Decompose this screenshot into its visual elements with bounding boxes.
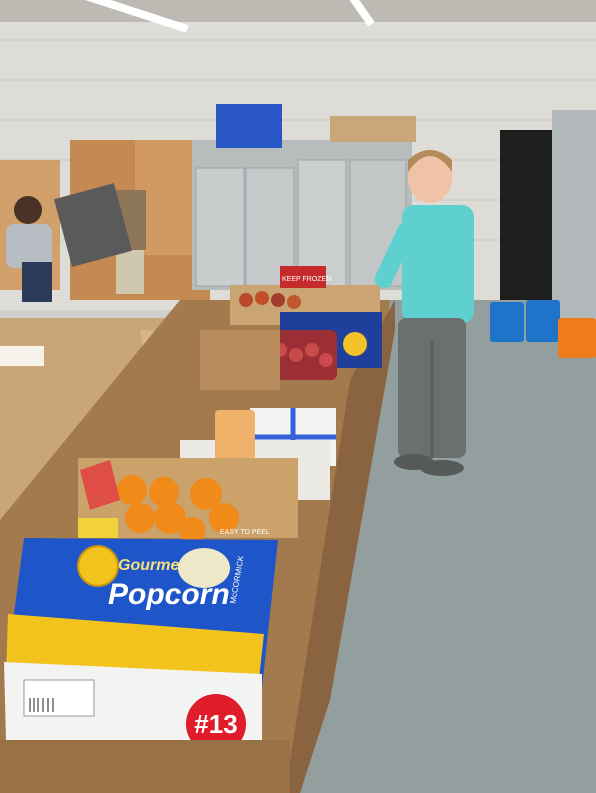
photo-illustration: KEEP FROZEN EASY TO PEEL Gourmet Popcorn… bbox=[0, 0, 596, 793]
popcorn-bowl bbox=[178, 548, 230, 588]
produce-tray bbox=[200, 330, 280, 390]
blue-crate bbox=[216, 104, 282, 148]
number-sticker-text: #13 bbox=[194, 709, 237, 739]
easy-peel-text: EASY TO PEEL bbox=[220, 529, 270, 536]
box-label bbox=[0, 346, 44, 366]
freezer-sign-text: KEEP FROZEN bbox=[282, 276, 331, 283]
photo-scene: KEEP FROZEN EASY TO PEEL Gourmet Popcorn… bbox=[0, 0, 596, 793]
yellow-logo bbox=[343, 332, 367, 356]
easy-peel-tag bbox=[78, 518, 118, 538]
orange-bucket bbox=[558, 318, 596, 358]
popcorn-brand-text: Gourmet bbox=[118, 557, 185, 574]
right-steel-unit bbox=[552, 110, 596, 320]
orange-cup bbox=[215, 410, 255, 460]
ceiling bbox=[0, 0, 596, 22]
table-front bbox=[0, 740, 290, 793]
cardboard-on-freezer bbox=[330, 116, 416, 142]
